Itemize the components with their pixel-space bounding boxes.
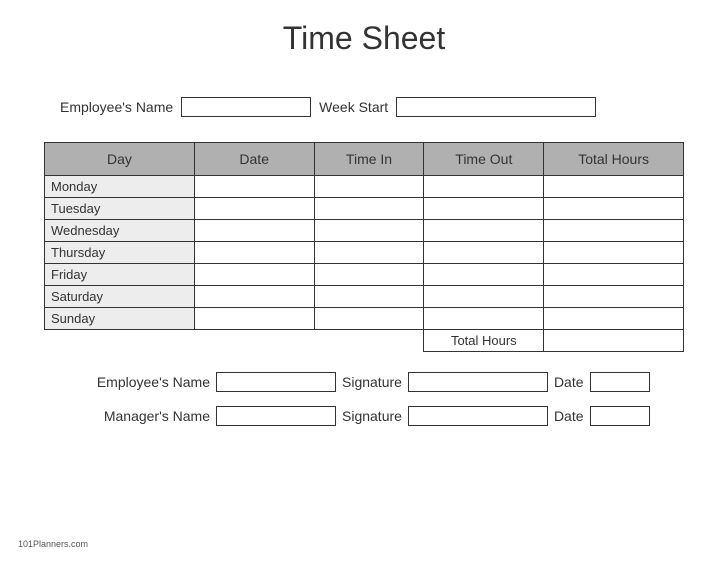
table-row: Sunday [45, 308, 684, 330]
week-start-input[interactable] [396, 97, 596, 117]
col-time-in: Time In [314, 143, 424, 176]
time-out-cell[interactable] [424, 286, 544, 308]
employee-sign-row: Employee's Name Signature Date [40, 372, 688, 392]
week-start-label: Week Start [319, 99, 388, 115]
table-row: Tuesday [45, 198, 684, 220]
date-cell[interactable] [194, 176, 314, 198]
employee-name-label: Employee's Name [60, 99, 173, 115]
day-label: Saturday [45, 286, 195, 308]
col-day: Day [45, 143, 195, 176]
day-label: Monday [45, 176, 195, 198]
total-hours-cell[interactable] [544, 198, 684, 220]
manager-name-input[interactable] [216, 406, 336, 426]
table-row: Thursday [45, 242, 684, 264]
total-hours-cell[interactable] [544, 220, 684, 242]
table-row: Monday [45, 176, 684, 198]
time-out-cell[interactable] [424, 308, 544, 330]
total-hours-cell[interactable] [544, 242, 684, 264]
col-total-hours: Total Hours [544, 143, 684, 176]
day-label: Sunday [45, 308, 195, 330]
time-in-cell[interactable] [314, 264, 424, 286]
date-cell[interactable] [194, 308, 314, 330]
time-in-cell[interactable] [314, 198, 424, 220]
day-label: Thursday [45, 242, 195, 264]
total-hours-value[interactable] [544, 330, 684, 352]
footer-credit: 101Planners.com [18, 539, 88, 549]
table-row: Saturday [45, 286, 684, 308]
day-label: Wednesday [45, 220, 195, 242]
manager-name-label: Manager's Name [80, 408, 210, 424]
total-hours-cell[interactable] [544, 286, 684, 308]
employee-name-label-2: Employee's Name [80, 374, 210, 390]
employee-date-input[interactable] [590, 372, 650, 392]
time-out-cell[interactable] [424, 220, 544, 242]
time-in-cell[interactable] [314, 176, 424, 198]
time-in-cell[interactable] [314, 220, 424, 242]
time-in-cell[interactable] [314, 242, 424, 264]
timesheet-table: Day Date Time In Time Out Total Hours Mo… [44, 142, 684, 352]
date-cell[interactable] [194, 220, 314, 242]
manager-signature-label: Signature [342, 408, 402, 424]
total-hours-label: Total Hours [424, 330, 544, 352]
manager-sign-row: Manager's Name Signature Date [40, 406, 688, 426]
employee-name-sign-input[interactable] [216, 372, 336, 392]
manager-date-label: Date [554, 408, 584, 424]
employee-signature-label: Signature [342, 374, 402, 390]
date-cell[interactable] [194, 242, 314, 264]
time-out-cell[interactable] [424, 176, 544, 198]
time-out-cell[interactable] [424, 198, 544, 220]
manager-signature-input[interactable] [408, 406, 548, 426]
total-row: Total Hours [45, 330, 684, 352]
manager-date-input[interactable] [590, 406, 650, 426]
date-cell[interactable] [194, 286, 314, 308]
day-label: Friday [45, 264, 195, 286]
day-label: Tuesday [45, 198, 195, 220]
employee-name-input[interactable] [181, 97, 311, 117]
total-hours-cell[interactable] [544, 264, 684, 286]
col-time-out: Time Out [424, 143, 544, 176]
total-hours-cell[interactable] [544, 308, 684, 330]
employee-date-label: Date [554, 374, 584, 390]
time-out-cell[interactable] [424, 264, 544, 286]
time-out-cell[interactable] [424, 242, 544, 264]
table-row: Wednesday [45, 220, 684, 242]
col-date: Date [194, 143, 314, 176]
page-title: Time Sheet [40, 20, 688, 57]
employee-signature-input[interactable] [408, 372, 548, 392]
date-cell[interactable] [194, 264, 314, 286]
date-cell[interactable] [194, 198, 314, 220]
top-fields-row: Employee's Name Week Start [40, 97, 688, 117]
time-in-cell[interactable] [314, 308, 424, 330]
table-row: Friday [45, 264, 684, 286]
time-in-cell[interactable] [314, 286, 424, 308]
total-hours-cell[interactable] [544, 176, 684, 198]
